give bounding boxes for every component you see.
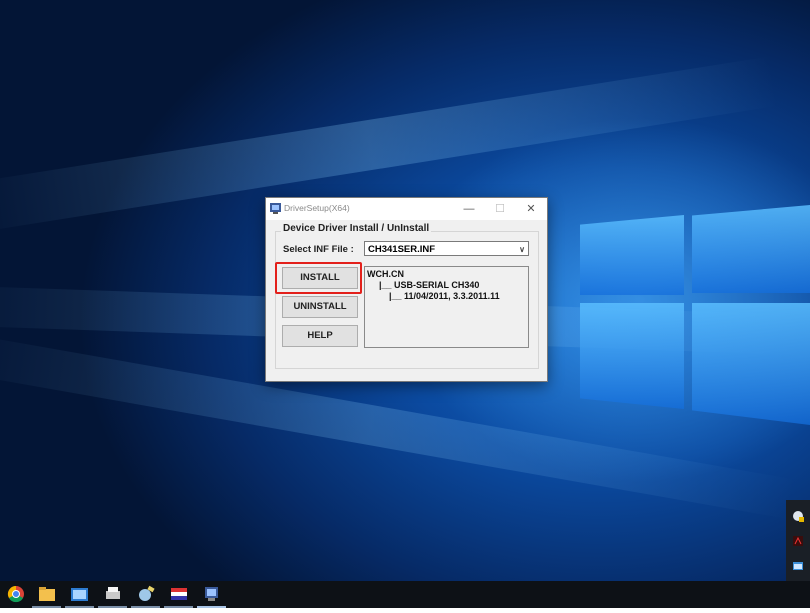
install-button[interactable]: INSTALL [282,267,358,289]
close-button[interactable]: ✕ [516,198,546,220]
satellite-icon[interactable] [129,581,162,608]
inf-file-select[interactable]: CH341SER.INF ∨ [364,241,529,256]
printer-icon[interactable] [96,581,129,608]
app-icon [270,203,281,214]
taskbar [0,581,810,608]
tree-version: |__ 11/04/2011, 3.3.2011.11 [389,291,500,301]
title-bar[interactable]: DriverSetup(X64) — ☐ ✕ [266,198,547,220]
photos-icon[interactable] [63,581,96,608]
driver-info-box: WCH.CN |__ USB-SERIAL CH340 |__ 11/04/20… [364,266,529,348]
notification-tray [786,500,810,581]
tray-app-icon[interactable] [792,510,804,522]
flag-icon[interactable] [162,581,195,608]
driver-setup-window: DriverSetup(X64) — ☐ ✕ Device Driver Ins… [265,197,548,382]
driver-setup-icon[interactable] [195,581,228,608]
tree-device: |__ USB-SERIAL CH340 [379,280,480,290]
chevron-down-icon[interactable]: ∨ [519,242,525,257]
inf-file-label: Select INF File : [283,244,354,255]
help-button[interactable]: HELP [282,325,358,347]
minimize-button[interactable]: — [454,198,484,220]
tray-window-icon[interactable] [792,560,804,572]
file-explorer-icon[interactable] [30,581,63,608]
maximize-button[interactable]: ☐ [485,198,515,220]
inf-file-value: CH341SER.INF [368,244,436,255]
uninstall-button[interactable]: UNINSTALL [282,296,358,318]
tray-pdf-icon[interactable] [792,535,804,547]
group-title: Device Driver Install / UnInstall [281,223,432,234]
chrome-icon[interactable] [0,581,33,608]
tree-root: WCH.CN [367,269,404,279]
window-title: DriverSetup(X64) [284,203,350,213]
